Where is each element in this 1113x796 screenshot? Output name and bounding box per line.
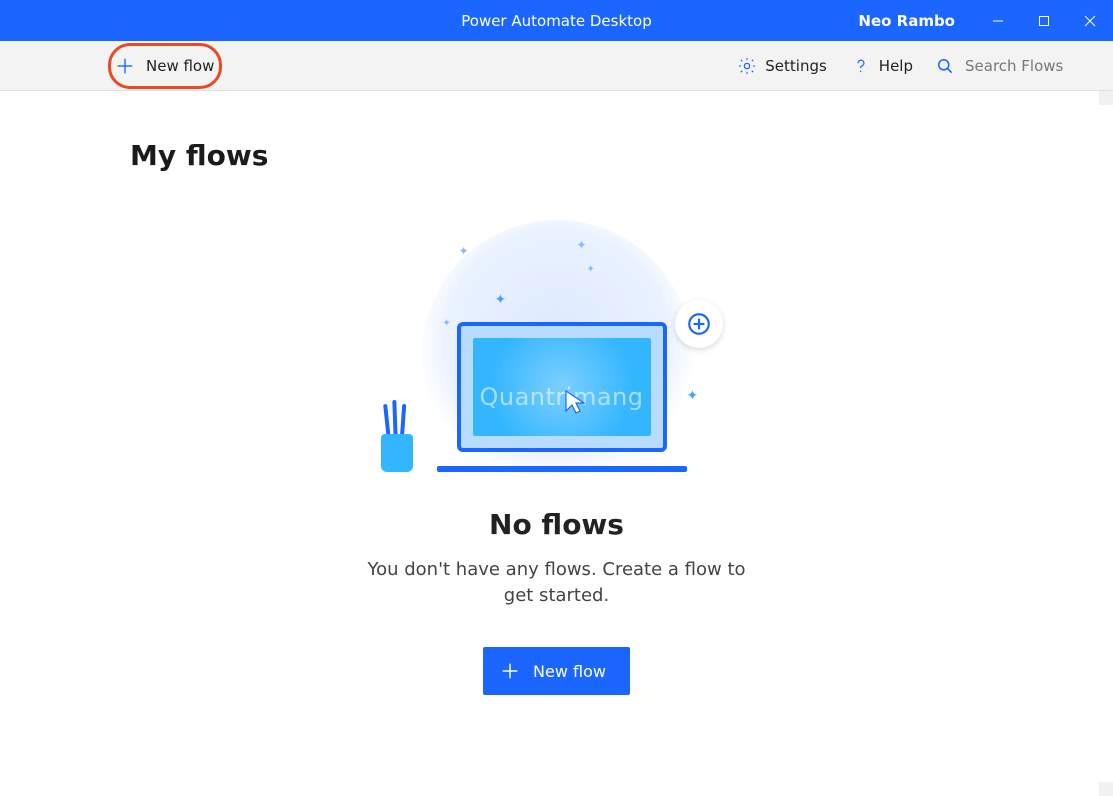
maximize-button[interactable] [1021,0,1067,41]
settings-button[interactable]: Settings [725,41,839,91]
close-icon [1083,14,1097,28]
scrollbar-track-bottom[interactable] [1099,782,1113,796]
gear-icon [737,56,757,76]
scrollbar-track-top[interactable] [1099,91,1113,105]
new-flow-primary-button[interactable]: New flow [483,647,630,695]
sparkle-icon: ✦ [687,388,699,404]
empty-state-subtitle: You don't have any flows. Create a flow … [357,557,757,609]
help-icon [851,56,871,76]
empty-state-title: No flows [489,508,624,541]
empty-state: ✦ ✦ ✦ ✦ ✦ ✦ Quantrimang [0,220,1113,695]
laptop-graphic: Quantrimang [437,322,687,472]
search-icon [935,56,955,76]
main-content: My flows ✦ ✦ ✦ ✦ ✦ ✦ Quantrimang [0,91,1113,796]
new-flow-label: New flow [146,57,214,75]
settings-label: Settings [765,57,827,75]
sparkle-icon: ✦ [495,292,507,308]
titlebar: Power Automate Desktop Neo Rambo [0,0,1113,41]
sparkle-icon: ✦ [459,244,469,258]
pencil-cup-graphic [377,402,417,472]
sparkle-icon: ✦ [577,238,587,252]
plus-badge-icon [675,300,723,348]
plus-icon [114,55,136,77]
minimize-icon [992,15,1004,27]
sparkle-icon: ✦ [587,264,595,275]
maximize-icon [1038,15,1050,27]
help-label: Help [879,57,913,75]
search-box[interactable] [925,41,1113,91]
search-input[interactable] [965,57,1095,75]
window-controls [975,0,1113,41]
close-button[interactable] [1067,0,1113,41]
page-title: My flows [130,139,1113,172]
app-title: Power Automate Desktop [461,12,652,30]
command-bar: New flow Settings Help [0,41,1113,91]
new-flow-primary-label: New flow [533,662,606,681]
cursor-icon [562,387,594,419]
minimize-button[interactable] [975,0,1021,41]
plus-icon [499,660,521,682]
empty-state-illustration: ✦ ✦ ✦ ✦ ✦ ✦ Quantrimang [387,220,727,480]
new-flow-button[interactable]: New flow [108,48,224,84]
help-button[interactable]: Help [839,41,925,91]
user-name[interactable]: Neo Rambo [858,12,955,30]
